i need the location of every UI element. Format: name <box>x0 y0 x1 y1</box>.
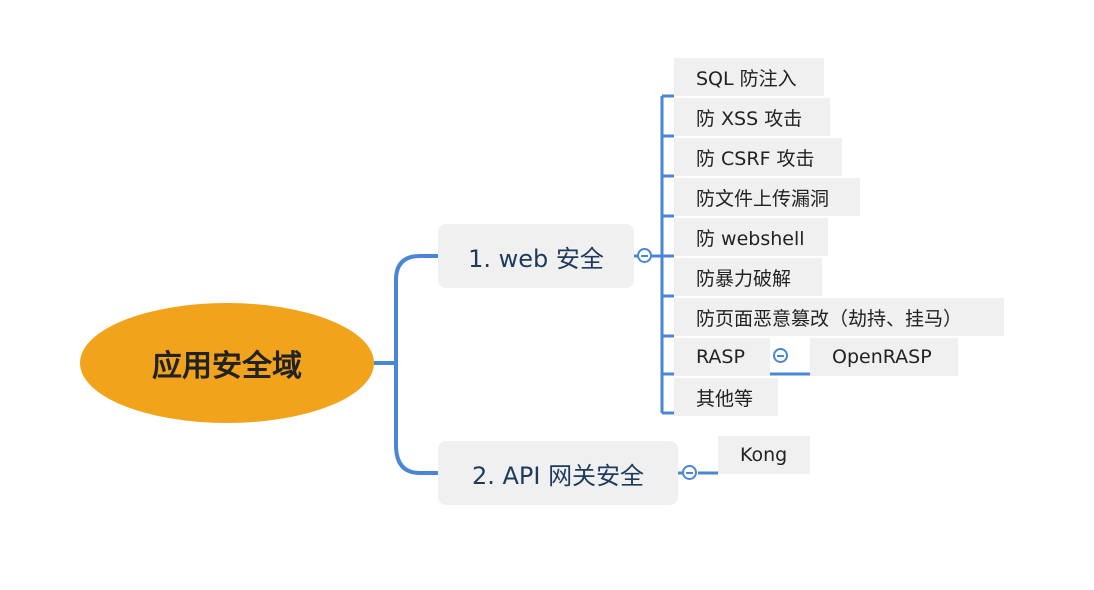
collapse-toggle-icon[interactable] <box>637 248 652 263</box>
leaf-brute-force[interactable]: 防暴力破解 <box>674 258 822 296</box>
leaf-label: 防 CSRF 攻击 <box>696 147 815 170</box>
leaf-label: Kong <box>740 444 788 466</box>
leaf-file-upload[interactable]: 防文件上传漏洞 <box>674 178 860 216</box>
leaf-label: 其他等 <box>696 387 754 410</box>
branch-web-security[interactable]: 1. web 安全 <box>438 224 634 288</box>
leaf-kong[interactable]: Kong <box>718 436 810 474</box>
leaf-xss[interactable]: 防 XSS 攻击 <box>674 98 830 136</box>
leaf-label: 防 webshell <box>696 227 805 250</box>
leaf-label: SQL 防注入 <box>696 67 797 90</box>
leaf-label: OpenRASP <box>832 346 932 368</box>
branch-label: 1. web 安全 <box>468 244 604 273</box>
leaf-sql-injection[interactable]: SQL 防注入 <box>674 58 824 96</box>
leaf-webshell[interactable]: 防 webshell <box>674 218 828 256</box>
leaf-label: 防暴力破解 <box>696 267 792 290</box>
leaf-label: 防页面恶意篡改（劫持、挂马） <box>696 307 963 330</box>
leaf-rasp[interactable]: RASP <box>674 338 770 376</box>
branch-label: 2. API 网关安全 <box>471 461 645 490</box>
leaf-label: 防文件上传漏洞 <box>696 187 830 210</box>
leaf-page-tampering[interactable]: 防页面恶意篡改（劫持、挂马） <box>674 298 1004 336</box>
leaf-others[interactable]: 其他等 <box>674 378 778 416</box>
root-node[interactable]: 应用安全域 <box>80 303 374 423</box>
root-label: 应用安全域 <box>152 349 302 384</box>
leaf-csrf[interactable]: 防 CSRF 攻击 <box>674 138 842 176</box>
branch-api-gateway-security[interactable]: 2. API 网关安全 <box>438 441 678 505</box>
leaf-openrasp[interactable]: OpenRASP <box>810 338 958 376</box>
leaf-label: 防 XSS 攻击 <box>696 107 803 130</box>
leaf-label: RASP <box>696 346 745 368</box>
collapse-toggle-icon[interactable] <box>773 348 788 363</box>
collapse-toggle-icon[interactable] <box>682 465 697 480</box>
